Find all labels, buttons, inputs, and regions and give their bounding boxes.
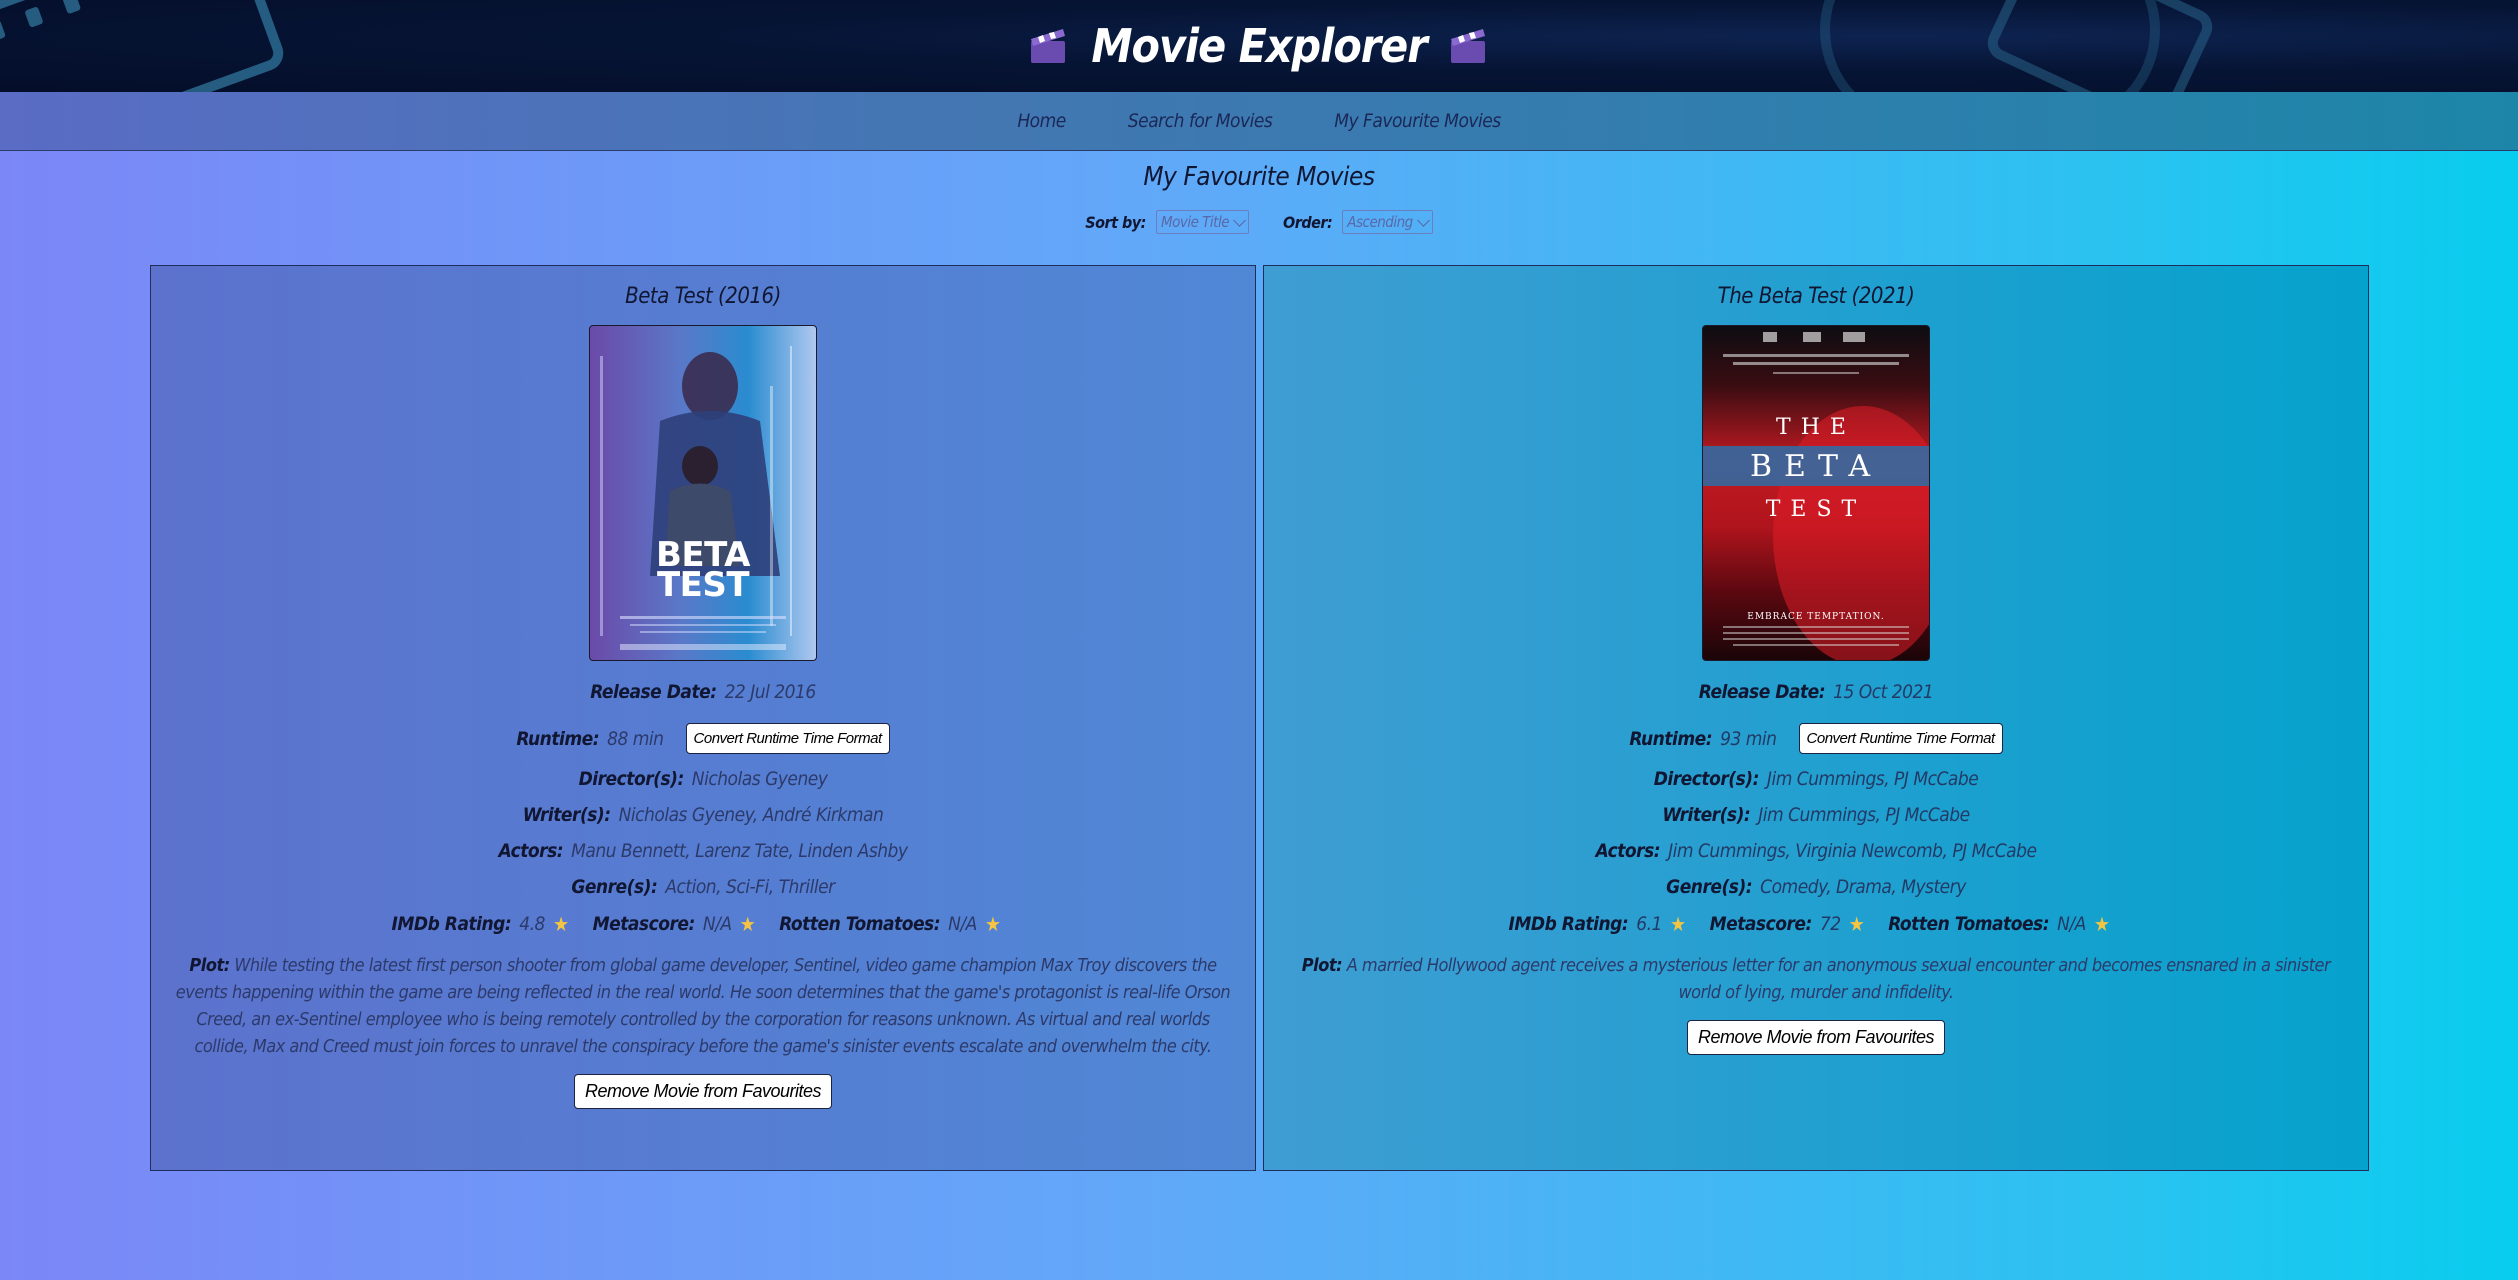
release-date-label: Release Date: <box>590 681 717 703</box>
star-icon: ★ <box>984 912 1001 936</box>
rotten-tomatoes-label: Rotten Tomatoes: <box>1888 913 2050 935</box>
metascore-label: Metascore: <box>1709 913 1813 935</box>
directors-value: Nicholas Gyeney <box>691 768 828 790</box>
genres-value: Action, Sci-Fi, Thriller <box>665 876 835 898</box>
nav-home[interactable]: Home <box>1017 110 1066 132</box>
clapperboard-icon <box>1031 29 1066 63</box>
imdb-value: 4.8 <box>519 913 545 935</box>
runtime-label: Runtime: <box>1629 727 1713 750</box>
movie-card: Beta Test (2016) BETA TEST Release Date:… <box>150 265 1256 1171</box>
convert-runtime-button[interactable]: Convert Runtime Time Format <box>685 723 890 754</box>
poster-art: BETA TEST <box>600 346 792 650</box>
remove-favourite-button[interactable]: Remove Movie from Favourites <box>1686 1020 1946 1055</box>
actors-label: Actors: <box>498 840 564 862</box>
writers-value: Jim Cummings, PJ McCabe <box>1758 804 1970 826</box>
metascore-value: 72 <box>1819 913 1841 935</box>
directors-value: Jim Cummings, PJ McCabe <box>1766 768 1979 790</box>
ratings-row: IMDb Rating: 4.8 ★ Metascore: N/A ★ Rotten T… <box>392 912 1015 936</box>
poster-art: THE BETA TEST EMBRACE TEMPTATION. <box>1703 332 1929 660</box>
rotten-tomatoes-label: Rotten Tomatoes: <box>779 913 941 935</box>
actors-row: Actors: Manu Bennett, Larenz Tate, Linde… <box>498 840 908 862</box>
plot-label: Plot: <box>1301 955 1343 976</box>
star-icon: ★ <box>1848 912 1865 936</box>
chevron-down-icon <box>1233 213 1246 227</box>
directors-label: Director(s): <box>578 768 685 790</box>
directors-label: Director(s): <box>1653 768 1760 790</box>
movie-poster: THE BETA TEST EMBRACE TEMPTATION. <box>1702 325 1930 661</box>
sort-by-value: Movie Title <box>1160 213 1230 231</box>
plot-text: Plot: A married Hollywood agent receives… <box>1281 952 2351 1006</box>
site-title: Movie Explorer <box>1091 19 1427 73</box>
directors-row: Director(s): Jim Cummings, PJ McCabe <box>1654 768 1979 790</box>
release-date-value: 15 Oct 2021 <box>1833 681 1934 703</box>
release-date-value: 22 Jul 2016 <box>724 681 817 703</box>
directors-row: Director(s): Nicholas Gyeney <box>579 768 828 790</box>
poster-tagline: EMBRACE TEMPTATION. <box>1747 612 1884 622</box>
imdb-label: IMDb Rating: <box>391 913 512 935</box>
sort-by-select[interactable]: Movie Title <box>1155 210 1249 234</box>
genres-row: Genre(s): Action, Sci-Fi, Thriller <box>571 876 835 898</box>
plot-value: While testing the latest first person sh… <box>175 955 1231 1057</box>
imdb-label: IMDb Rating: <box>1508 913 1629 935</box>
order-value: Ascending <box>1347 213 1413 231</box>
main-nav: Home Search for Movies My Favourite Movi… <box>0 92 2518 151</box>
order-select[interactable]: Ascending <box>1342 210 1433 234</box>
movie-poster: BETA TEST <box>589 325 817 661</box>
genres-label: Genre(s): <box>1666 876 1753 898</box>
sort-controls: Sort by: Movie Title Order: Ascending <box>0 208 2518 236</box>
metascore-label: Metascore: <box>592 913 696 935</box>
movie-card: The Beta Test (2021) THE BETA TEST EMBRA… <box>1263 265 2369 1171</box>
poster-title-line2: BETA <box>1750 449 1882 484</box>
release-date-label: Release Date: <box>1698 681 1826 703</box>
movie-title: Beta Test (2016) <box>625 284 781 309</box>
writers-row: Writer(s): Nicholas Gyeney, André Kirkma… <box>523 804 884 826</box>
runtime-row: Runtime: 93 min Convert Runtime Time For… <box>1629 723 2003 754</box>
genres-label: Genre(s): <box>571 876 658 898</box>
poster-title-line2: TEST <box>657 565 750 605</box>
order-label: Order: <box>1283 212 1333 232</box>
rotten-tomatoes-value: N/A <box>948 913 977 935</box>
release-date-row: Release Date: 15 Oct 2021 <box>1699 681 1934 703</box>
nav-search-movies[interactable]: Search for Movies <box>1128 110 1273 132</box>
runtime-value: 88 min <box>607 727 664 750</box>
remove-favourite-button[interactable]: Remove Movie from Favourites <box>573 1074 833 1109</box>
writers-label: Writer(s): <box>1662 804 1751 826</box>
nav-favourite-movies[interactable]: My Favourite Movies <box>1334 110 1501 132</box>
star-icon: ★ <box>1669 912 1686 936</box>
plot-text: Plot: While testing the latest first per… <box>168 952 1238 1060</box>
writers-label: Writer(s): <box>522 804 611 826</box>
clapperboard-icon <box>1450 29 1485 63</box>
runtime-row: Runtime: 88 min Convert Runtime Time For… <box>516 723 890 754</box>
plot-label: Plot: <box>189 955 230 976</box>
writers-row: Writer(s): Jim Cummings, PJ McCabe <box>1662 804 1970 826</box>
imdb-value: 6.1 <box>1636 913 1662 935</box>
actors-value: Manu Bennett, Larenz Tate, Linden Ashby <box>571 840 908 862</box>
release-date-row: Release Date: 22 Jul 2016 <box>590 681 816 703</box>
sort-by-label: Sort by: <box>1085 212 1146 232</box>
plot-value: A married Hollywood agent receives a mys… <box>1346 955 2331 1003</box>
metascore-value: N/A <box>702 913 732 935</box>
genres-row: Genre(s): Comedy, Drama, Mystery <box>1666 876 1966 898</box>
convert-runtime-button[interactable]: Convert Runtime Time Format <box>1798 723 2003 754</box>
site-header: Movie Explorer <box>0 0 2518 92</box>
actors-label: Actors: <box>1595 840 1661 862</box>
star-icon: ★ <box>739 912 756 936</box>
rotten-tomatoes-value: N/A <box>2057 913 2086 935</box>
runtime-label: Runtime: <box>516 727 600 750</box>
star-icon: ★ <box>2093 912 2110 936</box>
chevron-down-icon <box>1416 213 1430 227</box>
genres-value: Comedy, Drama, Mystery <box>1760 876 1966 898</box>
actors-row: Actors: Jim Cummings, Virginia Newcomb, … <box>1595 840 2037 862</box>
movie-title: The Beta Test (2021) <box>1717 284 1915 309</box>
runtime-value: 93 min <box>1720 727 1777 750</box>
star-icon: ★ <box>552 912 569 936</box>
poster-title-line1: THE <box>1776 415 1856 440</box>
actors-value: Jim Cummings, Virginia Newcomb, PJ McCab… <box>1668 840 2037 862</box>
poster-title-line3: TEST <box>1766 497 1866 522</box>
page-title: My Favourite Movies <box>1143 162 1375 192</box>
ratings-row: IMDb Rating: 6.1 ★ Metascore: 72 ★ Rotten To… <box>1509 912 2124 936</box>
writers-value: Nicholas Gyeney, André Kirkman <box>618 804 884 826</box>
